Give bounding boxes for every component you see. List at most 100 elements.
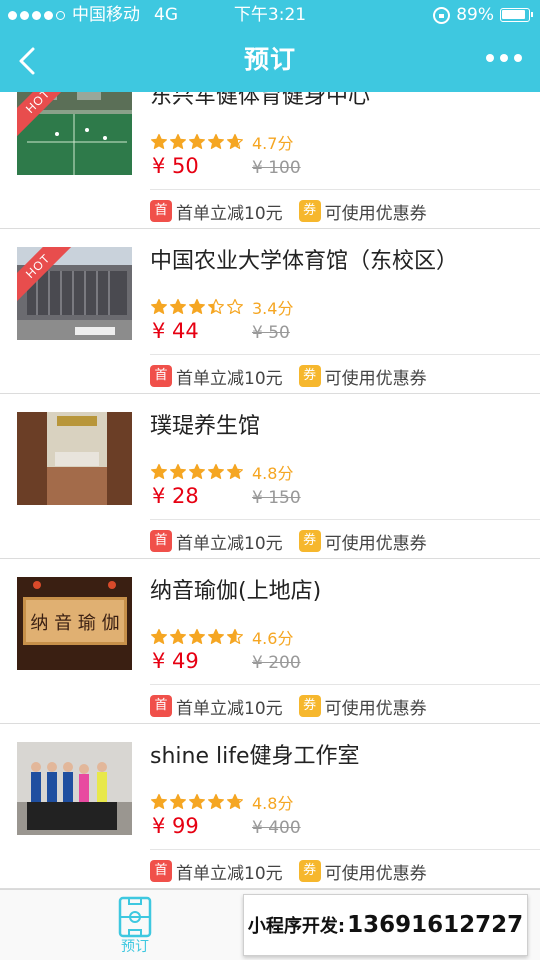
- venue-thumbnail[interactable]: HOT: [17, 247, 132, 340]
- first-order-tag-icon: 首: [150, 530, 172, 552]
- coupon-tag-icon: 券: [298, 530, 321, 552]
- venue-name[interactable]: shine life健身工作室: [150, 742, 360, 772]
- rating-score: 4.8分: [252, 464, 294, 483]
- coupon-tag-icon: 券: [298, 695, 321, 717]
- star-icon: [227, 298, 243, 314]
- rating-score: 4.8分: [252, 794, 294, 813]
- status-right: 89%: [433, 0, 533, 30]
- current-price: ¥ 99: [152, 814, 199, 838]
- star-icon: [151, 463, 167, 479]
- current-price: ¥ 28: [152, 484, 199, 508]
- star-rating: [150, 463, 244, 481]
- star-icon: [227, 463, 243, 479]
- star-icon: [170, 793, 186, 809]
- venue-photo: 纳 音 瑜 伽: [17, 577, 132, 670]
- venue-list[interactable]: 首首单立减10元券可使用优惠券HOT东兴军健体育健身中心4.7分¥ 50¥ 10…: [0, 92, 540, 889]
- battery-percent: 89%: [456, 5, 494, 25]
- star-icon: [208, 793, 224, 809]
- coupon-promo: 可使用优惠券: [324, 863, 427, 884]
- star-icon: [151, 133, 167, 149]
- star-icon: [208, 298, 224, 314]
- venue-name[interactable]: 璞瑅养生馆: [150, 412, 260, 442]
- coupon-tag-icon: 券: [298, 365, 321, 387]
- field-icon: [118, 896, 152, 938]
- page-title: 预订: [243, 45, 296, 74]
- venue-card[interactable]: 纳 音 瑜 伽 纳音瑜伽(上地店) 4.6分 ¥ 49 ¥ 200 首首单立减10元券可使…: [0, 559, 540, 724]
- original-price: ¥ 400: [252, 818, 301, 838]
- star-icon: [189, 793, 205, 809]
- divider: [150, 684, 540, 685]
- promo-row: 首首单立减10元券可使用优惠券: [150, 364, 427, 389]
- first-order-tag-icon: 首: [150, 365, 172, 387]
- coupon-promo: 可使用优惠券: [324, 203, 427, 224]
- divider: [150, 849, 540, 850]
- watermark-phone: 13691612727: [347, 912, 524, 938]
- venue-card[interactable]: HOT 东兴军健体育健身中心 4.7分 ¥ 50 ¥ 100 首首单立减10元券可使用优惠…: [0, 92, 540, 229]
- venue-name[interactable]: 纳音瑜伽(上地店): [150, 577, 321, 607]
- star-rating: [150, 628, 244, 646]
- price-row: ¥ 28 ¥ 150: [152, 484, 301, 514]
- coupon-tag-icon: 券: [298, 200, 321, 222]
- original-price: ¥ 150: [252, 488, 301, 508]
- divider: [150, 519, 540, 520]
- star-icon: [208, 628, 224, 644]
- orientation-lock-icon: [433, 6, 451, 24]
- first-order-tag-icon: 首: [150, 860, 172, 882]
- watermark-label: 小程序开发:: [247, 916, 346, 937]
- star-icon: [151, 793, 167, 809]
- watermark-banner: 小程序开发: 13691612727: [243, 894, 528, 956]
- promo-row: 首首单立减10元券可使用优惠券: [150, 529, 427, 554]
- first-order-promo: 首单立减10元: [176, 698, 283, 719]
- more-dots-icon[interactable]: [486, 54, 522, 62]
- star-icon: [189, 628, 205, 644]
- star-rating: [150, 133, 244, 151]
- venue-photo: [17, 412, 132, 505]
- first-order-tag-icon: 首: [150, 695, 172, 717]
- venue-thumbnail[interactable]: [17, 742, 132, 835]
- star-icon: [170, 298, 186, 314]
- rating-row: 4.6分: [150, 625, 293, 649]
- rating-row: 4.7分: [150, 130, 293, 154]
- coupon-promo: 可使用优惠券: [324, 698, 427, 719]
- rating-row: 4.8分: [150, 460, 293, 484]
- price-row: ¥ 44 ¥ 50: [152, 319, 290, 349]
- star-icon: [227, 133, 243, 149]
- star-icon: [170, 133, 186, 149]
- current-price: ¥ 50: [152, 154, 199, 178]
- promo-row: 首首单立减10元券可使用优惠券: [150, 859, 427, 884]
- coupon-tag-icon: 券: [298, 860, 321, 882]
- original-price: ¥ 50: [252, 323, 290, 343]
- venue-photo: [17, 742, 132, 835]
- star-icon: [151, 298, 167, 314]
- venue-thumbnail[interactable]: 纳 音 瑜 伽: [17, 577, 132, 670]
- app-header: 中国移动 4G 下午3:21 89% 预订: [0, 0, 540, 92]
- divider: [150, 189, 540, 190]
- venue-name[interactable]: 中国农业大学体育馆（东校区）: [150, 247, 458, 277]
- nav-bar: 预订: [0, 30, 540, 92]
- venue-card[interactable]: HOT 中国农业大学体育馆（东校区） 3.4分 ¥ 44 ¥ 50 首首单立减10元券可使…: [0, 229, 540, 394]
- star-icon: [208, 133, 224, 149]
- venue-name[interactable]: 东兴军健体育健身中心: [150, 92, 370, 112]
- first-order-promo: 首单立减10元: [176, 533, 283, 554]
- star-icon: [208, 463, 224, 479]
- svg-text:纳 音 瑜 伽: 纳 音 瑜 伽: [30, 613, 119, 634]
- coupon-promo: 可使用优惠券: [324, 533, 427, 554]
- star-icon: [170, 628, 186, 644]
- venue-card[interactable]: shine life健身工作室 4.8分 ¥ 99 ¥ 400 首首单立减10元券可使用…: [0, 724, 540, 889]
- star-icon: [151, 628, 167, 644]
- rating-row: 3.4分: [150, 295, 293, 319]
- star-icon: [227, 793, 243, 809]
- first-order-promo: 首单立减10元: [176, 368, 283, 389]
- rating-row: 4.8分: [150, 790, 293, 814]
- venue-thumbnail[interactable]: [17, 412, 132, 505]
- coupon-promo: 可使用优惠券: [324, 368, 427, 389]
- star-icon: [189, 463, 205, 479]
- first-order-promo: 首单立减10元: [176, 863, 283, 884]
- promo-row: 首首单立减10元券可使用优惠券: [150, 199, 427, 224]
- venue-card[interactable]: 璞瑅养生馆 4.8分 ¥ 28 ¥ 150 首首单立减10元券可使用优惠券: [0, 394, 540, 559]
- price-row: ¥ 50 ¥ 100: [152, 154, 301, 184]
- star-icon: [189, 133, 205, 149]
- original-price: ¥ 100: [252, 158, 301, 178]
- tab-book[interactable]: 预订: [105, 896, 165, 958]
- venue-thumbnail[interactable]: HOT: [17, 92, 132, 175]
